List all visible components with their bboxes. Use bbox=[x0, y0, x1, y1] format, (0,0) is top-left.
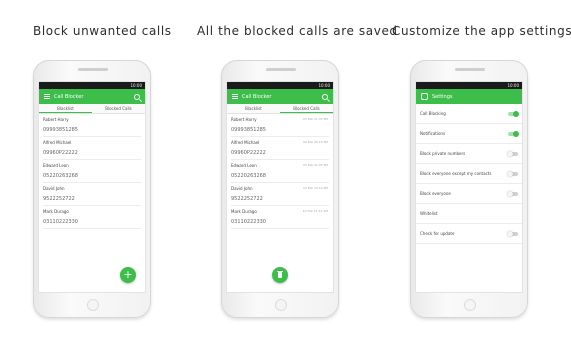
menu-icon[interactable] bbox=[44, 94, 50, 99]
status-bar: 10:00 bbox=[416, 82, 522, 89]
blocked-call-list: Robert Harry 03 Feb 21:05 PM 09993851285 A… bbox=[227, 114, 333, 229]
setting-block-everyone[interactable]: Block everyone bbox=[416, 184, 522, 204]
menu-icon[interactable] bbox=[232, 94, 238, 99]
call-date: 03 Feb 21:05 PM bbox=[302, 163, 328, 167]
list-item[interactable]: Robert Harry 09993851285 bbox=[43, 114, 141, 137]
tab-blocked-calls[interactable]: Blocked Calls bbox=[92, 104, 145, 113]
screen: 10:00 Call Blocker Blacklist Blocked Cal… bbox=[226, 81, 334, 293]
contact-number: 05220263268 bbox=[43, 173, 78, 179]
app-title: Call Blocker bbox=[54, 93, 84, 100]
app-title: Call Blocker bbox=[242, 93, 272, 100]
contact-number: 09993851285 bbox=[231, 127, 266, 133]
setting-block-private[interactable]: Block private numbers bbox=[416, 144, 522, 164]
contact-number: 09993851285 bbox=[43, 127, 78, 133]
list-item[interactable]: David John 04 Feb 15:14 PM 9522252722 bbox=[231, 183, 329, 206]
setting-whitelist[interactable]: Whitelist bbox=[416, 204, 522, 224]
toggle-switch[interactable] bbox=[507, 150, 518, 157]
speaker bbox=[455, 68, 485, 71]
app-bar: Call Blocker bbox=[227, 89, 333, 104]
setting-notifications[interactable]: Notifications bbox=[416, 124, 522, 144]
contact-name: David John bbox=[43, 186, 65, 191]
contact-number: 09960P22222 bbox=[231, 150, 266, 156]
call-date: 10 Feb 11:12 AM bbox=[302, 209, 328, 213]
contact-number: 09960P22222 bbox=[43, 150, 78, 156]
contact-number: 9522252722 bbox=[231, 196, 263, 202]
contact-number: 05220263268 bbox=[231, 173, 266, 179]
caption-block: Block unwanted calls bbox=[33, 24, 172, 38]
screen: 10:00 Call Blocker Blacklist Blocked Cal… bbox=[38, 81, 146, 293]
contact-number: 03110222330 bbox=[231, 219, 266, 225]
settings-list: Call Blocking Notifications Block privat… bbox=[416, 104, 522, 244]
toggle-switch[interactable] bbox=[507, 170, 518, 177]
call-date: 04 Feb 15:14 PM bbox=[302, 186, 328, 190]
home-button[interactable] bbox=[87, 299, 99, 311]
setting-label: Block private numbers bbox=[420, 151, 466, 156]
setting-block-except-contacts[interactable]: Block everyone except my contacts bbox=[416, 164, 522, 184]
search-icon[interactable] bbox=[322, 93, 328, 100]
tab-bar: Blacklist Blocked Calls bbox=[227, 104, 333, 114]
promo-canvas: Block unwanted calls All the blocked cal… bbox=[0, 0, 571, 351]
settings-app-bar: Settings bbox=[416, 89, 522, 104]
list-item[interactable]: David John 9522252722 bbox=[43, 183, 141, 206]
contact-name: Edward Leon bbox=[43, 163, 69, 168]
setting-label: Call Blocking bbox=[420, 111, 446, 116]
call-date: 09 Feb 05:15 PM bbox=[302, 140, 328, 144]
app-bar: Call Blocker bbox=[39, 89, 145, 104]
list-item[interactable]: Mark Durago 10 Feb 11:12 AM 03110222330 bbox=[231, 206, 329, 229]
setting-label: Check for update bbox=[420, 231, 455, 236]
search-icon[interactable] bbox=[134, 93, 140, 100]
list-item[interactable]: Alfred Michael 09960P22222 bbox=[43, 137, 141, 160]
tab-bar: Blacklist Blocked Calls bbox=[39, 104, 145, 114]
status-bar: 10:00 bbox=[227, 82, 333, 89]
contact-name: Robert Harry bbox=[43, 117, 69, 122]
contact-name: Alfred Michael bbox=[43, 140, 72, 145]
settings-title: Settings bbox=[432, 93, 453, 100]
caption-saved: All the blocked calls are saved bbox=[197, 24, 398, 38]
settings-icon[interactable] bbox=[421, 93, 428, 100]
caption-settings: Customize the app settings bbox=[392, 24, 571, 38]
list-item[interactable]: Alfred Michael 09 Feb 05:15 PM 09960P22222 bbox=[231, 137, 329, 160]
setting-label: Notifications bbox=[420, 131, 446, 136]
setting-check-update[interactable]: Check for update bbox=[416, 224, 522, 244]
list-item[interactable]: Edward Leon 03 Feb 21:05 PM 05220263268 bbox=[231, 160, 329, 183]
contact-number: 9522252722 bbox=[43, 196, 75, 202]
list-item[interactable]: Robert Harry 03 Feb 21:05 PM 09993851285 bbox=[231, 114, 329, 137]
contact-number: 03110222330 bbox=[43, 219, 78, 225]
phone-settings: 10:00 Settings Call Blocking Notificatio… bbox=[410, 60, 528, 318]
contact-name: Mark Durago bbox=[43, 209, 69, 214]
toggle-switch[interactable] bbox=[507, 230, 518, 237]
add-button[interactable]: + bbox=[120, 267, 136, 283]
home-button[interactable] bbox=[275, 299, 287, 311]
phone-blocked-calls: 10:00 Call Blocker Blacklist Blocked Cal… bbox=[221, 60, 339, 318]
phone-blacklist: 10:00 Call Blocker Blacklist Blocked Cal… bbox=[33, 60, 151, 318]
speaker bbox=[266, 68, 296, 71]
tab-blocked-calls[interactable]: Blocked Calls bbox=[280, 104, 333, 113]
setting-label: Whitelist bbox=[420, 211, 438, 216]
list-item[interactable]: Edward Leon 05220263268 bbox=[43, 160, 141, 183]
toggle-switch[interactable] bbox=[507, 190, 518, 197]
delete-button[interactable] bbox=[272, 267, 288, 283]
setting-label: Block everyone bbox=[420, 191, 451, 196]
list-item[interactable]: Mark Durago 03110222330 bbox=[43, 206, 141, 229]
speaker bbox=[78, 68, 108, 71]
contact-list: Robert Harry 09993851285 Alfred Michael 09… bbox=[39, 114, 145, 229]
setting-call-blocking[interactable]: Call Blocking bbox=[416, 104, 522, 124]
tab-blacklist[interactable]: Blacklist bbox=[39, 104, 92, 113]
status-bar: 10:00 bbox=[39, 82, 145, 89]
tab-blacklist[interactable]: Blacklist bbox=[227, 104, 280, 113]
toggle-switch[interactable] bbox=[508, 130, 519, 137]
setting-label: Block everyone except my contacts bbox=[420, 171, 492, 176]
screen: 10:00 Settings Call Blocking Notificatio… bbox=[415, 81, 523, 293]
call-date: 03 Feb 21:05 PM bbox=[302, 117, 328, 121]
home-button[interactable] bbox=[464, 299, 476, 311]
toggle-switch[interactable] bbox=[508, 110, 519, 117]
